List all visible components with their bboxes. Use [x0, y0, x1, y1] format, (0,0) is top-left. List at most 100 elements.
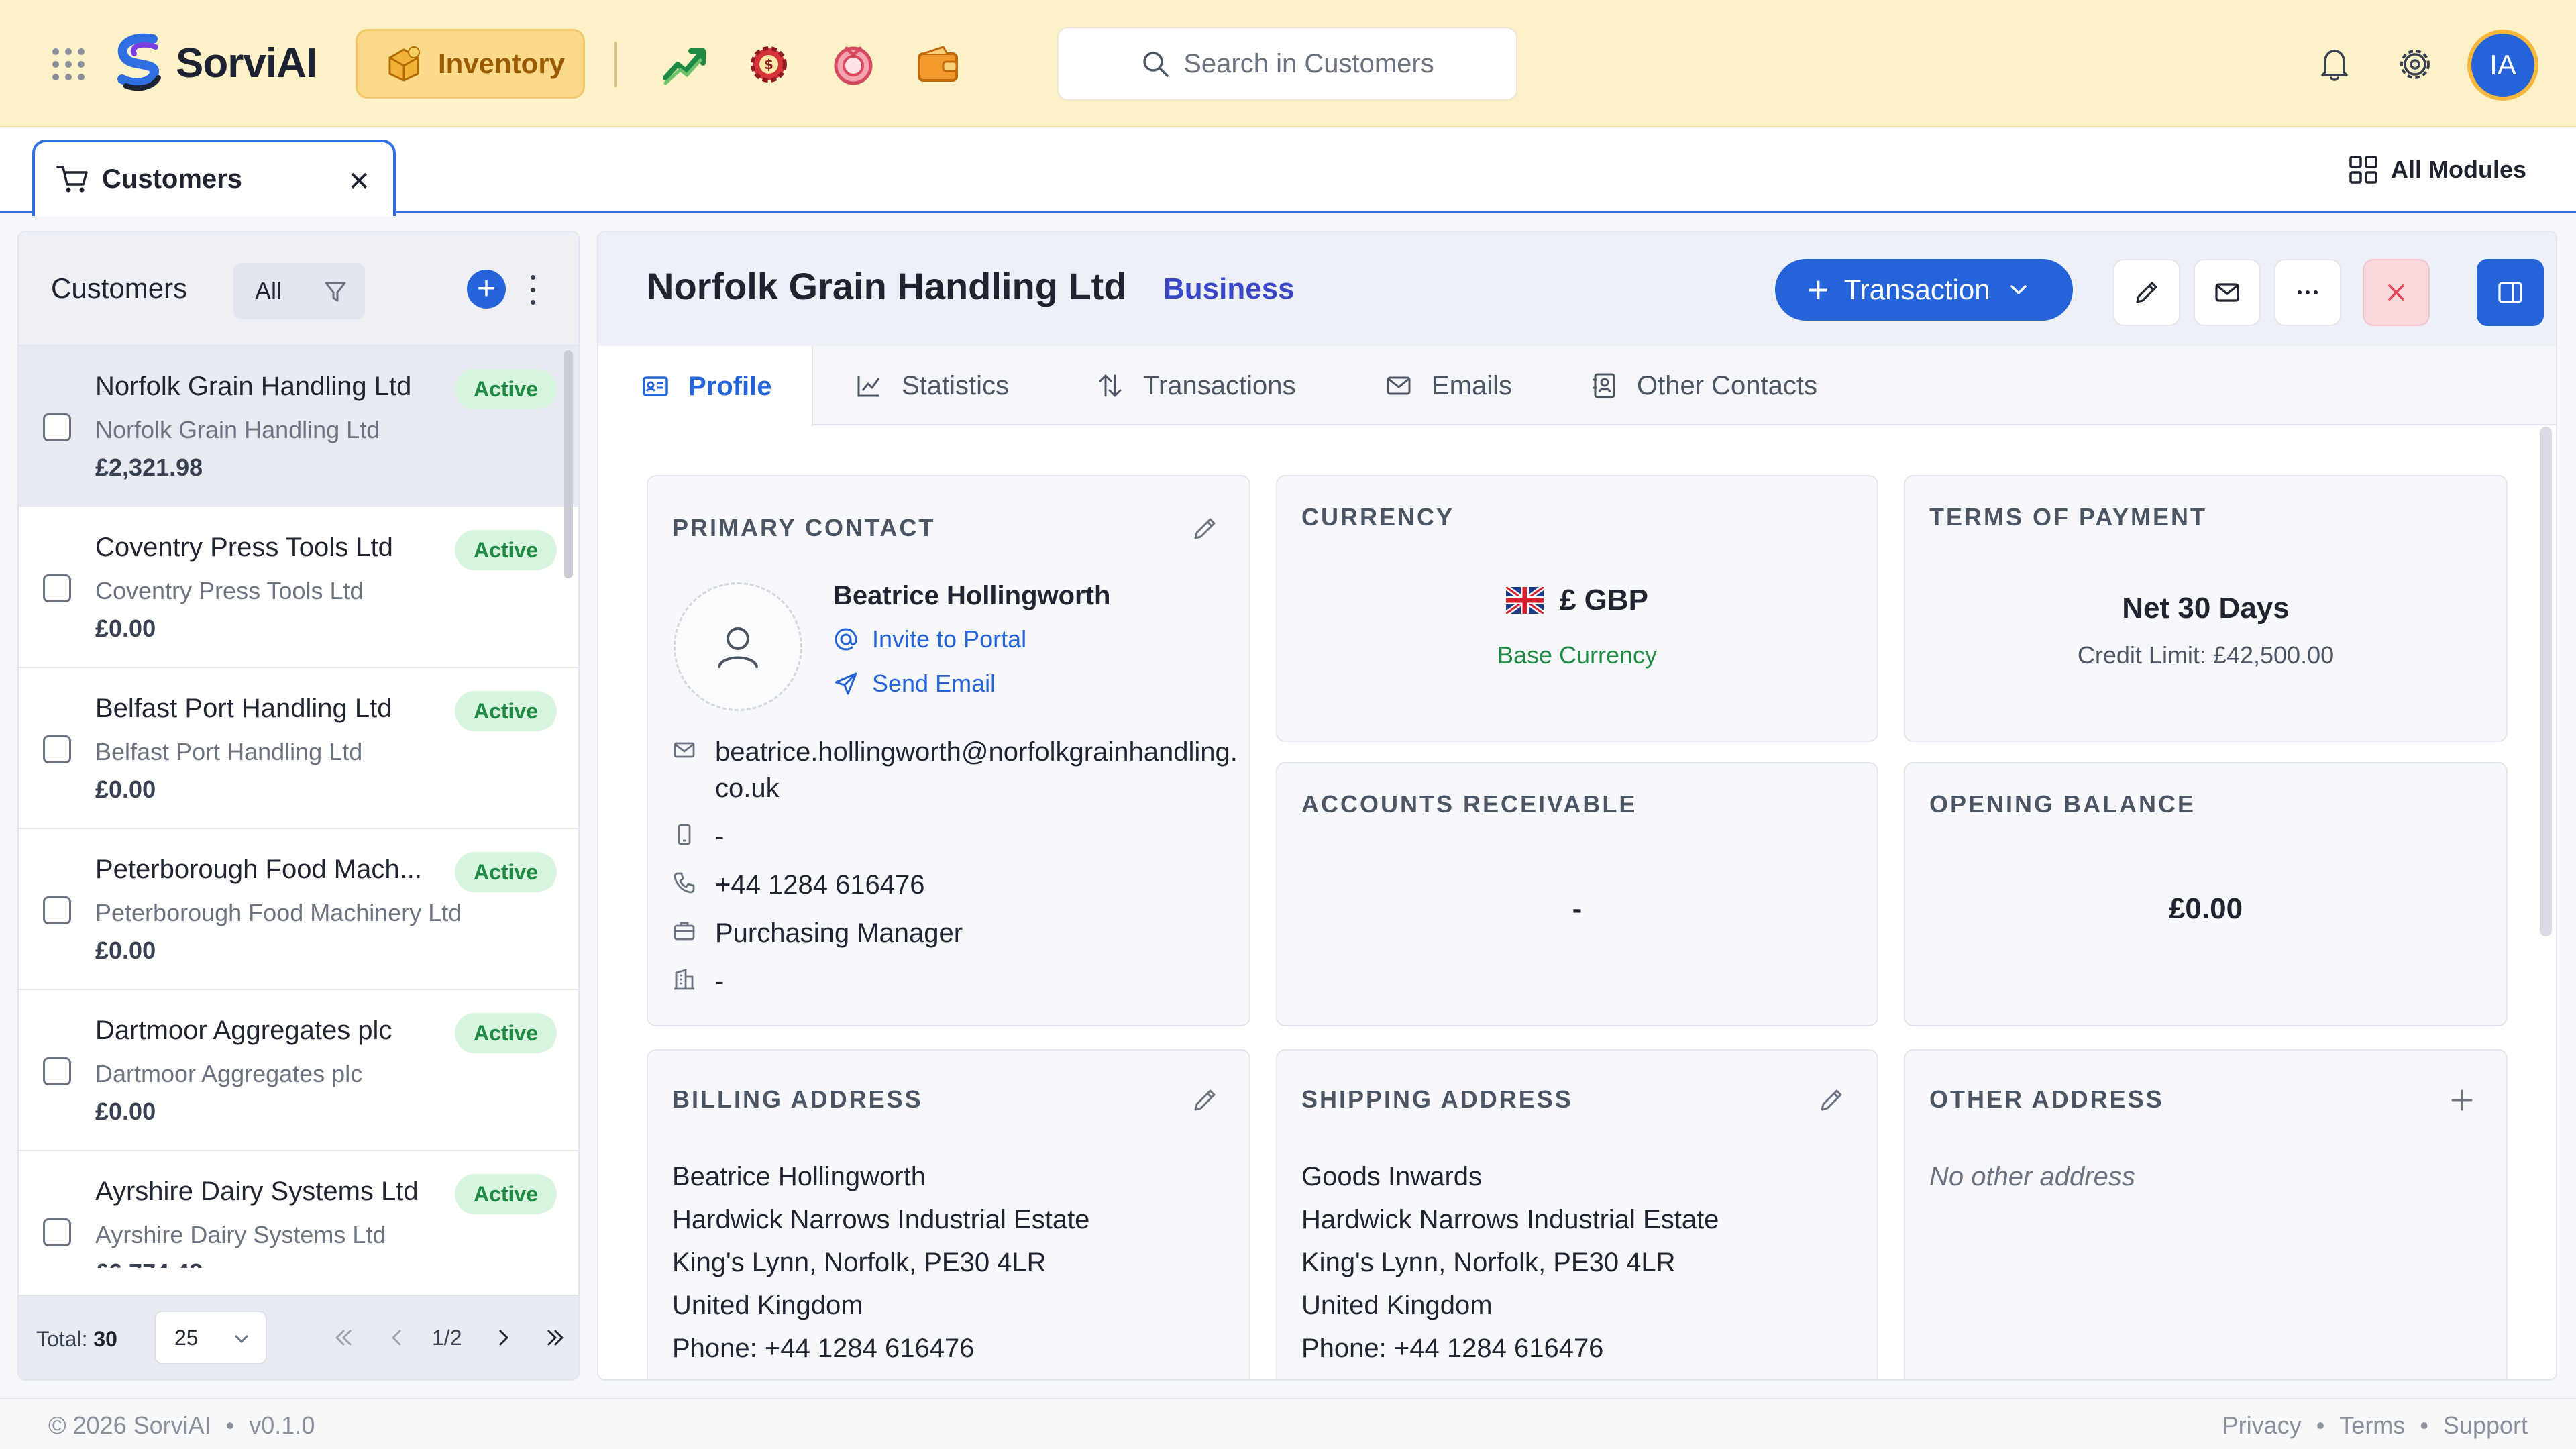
terms-link[interactable]: Terms [2339, 1411, 2405, 1439]
invite-portal-link[interactable]: Invite to Portal [833, 625, 1026, 653]
footer-left: © 2026 SorviAI • v0.1.0 [48, 1411, 315, 1439]
mail-icon [674, 742, 695, 758]
row-checkbox[interactable] [43, 1057, 71, 1085]
address-line: Goods Inwards [1301, 1162, 1483, 1191]
app-launcher-icon[interactable] [52, 48, 85, 80]
terms-value: Net 30 Days [2122, 592, 2290, 625]
edit-button[interactable] [2113, 259, 2180, 326]
copyright: © 2026 SorviAI [48, 1411, 211, 1439]
address-line: Phone: +44 1284 616476 [1301, 1334, 1604, 1363]
address-line: King's Lynn, Norfolk, PE30 4LR [672, 1248, 1046, 1277]
list-item[interactable]: Belfast Port Handling Ltd Belfast Port H… [19, 668, 578, 829]
app-logo[interactable]: SorviAI [111, 32, 317, 94]
contact-email[interactable]: beatrice.hollingworth@norfolkgrainhandli… [715, 734, 1238, 806]
row-checkbox[interactable] [43, 413, 71, 441]
transaction-button[interactable]: + Transaction [1775, 259, 2073, 321]
tab-label: Customers [102, 164, 242, 194]
search-input[interactable]: Search in Customers [1057, 27, 1517, 101]
last-page-button[interactable] [537, 1319, 574, 1356]
badge-icon[interactable] [829, 40, 877, 89]
detail-tabs: Profile Statistics Transactions Emails O… [598, 346, 2556, 427]
gear-icon[interactable] [2394, 43, 2436, 86]
detail-scrollbar[interactable] [2540, 427, 2552, 936]
list-item[interactable]: Peterborough Food Mach... Peterborough F… [19, 829, 578, 990]
phone-icon [674, 872, 695, 894]
trend-chart-icon[interactable] [660, 40, 708, 89]
tab-other-contacts[interactable]: Other Contacts [1590, 346, 1817, 425]
tab-label: Transactions [1143, 370, 1296, 400]
send-email-label: Send Email [872, 669, 996, 697]
close-icon [2388, 284, 2404, 301]
address-line: United Kingdom [672, 1291, 863, 1320]
pencil-icon[interactable] [1190, 514, 1220, 543]
toggle-panel-button[interactable] [2477, 259, 2544, 326]
tab-profile[interactable]: Profile [598, 346, 813, 427]
mobile-phone-icon [678, 824, 691, 845]
plus-icon[interactable] [2447, 1085, 2477, 1115]
pencil-icon[interactable] [1817, 1085, 1846, 1115]
privacy-link[interactable]: Privacy [2222, 1411, 2302, 1439]
tab-statistics[interactable]: Statistics [855, 346, 1009, 425]
customer-company: Dartmoor Aggregates plc [95, 1060, 363, 1087]
inventory-module-button[interactable]: Inventory [356, 29, 585, 99]
card-title: PRIMARY CONTACT [672, 514, 936, 541]
send-email-link[interactable]: Send Email [833, 669, 996, 698]
contact-name: Beatrice Hollingworth [833, 581, 1111, 610]
list-item[interactable]: Ayrshire Dairy Systems Ltd Ayrshire Dair… [19, 1151, 578, 1268]
customer-type: Business [1163, 272, 1295, 305]
receivable-card: ACCOUNTS RECEIVABLE - [1276, 762, 1878, 1026]
status-badge: Active [455, 530, 557, 570]
row-checkbox[interactable] [43, 574, 71, 602]
user-avatar[interactable]: IA [2467, 30, 2538, 101]
tab-customers[interactable]: Customers ✕ [32, 140, 396, 216]
receivable-value: - [1572, 892, 1582, 925]
first-page-button[interactable] [325, 1319, 362, 1356]
close-tab-icon[interactable]: ✕ [347, 166, 370, 197]
row-checkbox[interactable] [43, 896, 71, 924]
shipping-address-card: SHIPPING ADDRESS Goods Inwards Hardwick … [1276, 1049, 1878, 1379]
customer-balance: £0.00 [95, 614, 156, 642]
contact-mobile: - [715, 822, 724, 851]
filter-icon[interactable] [322, 278, 349, 305]
open-tabs-bar: Customers ✕ All Modules [0, 129, 2576, 216]
list-item[interactable]: Dartmoor Aggregates plc Dartmoor Aggrega… [19, 990, 578, 1151]
tab-label: Profile [688, 371, 772, 401]
more-actions-button[interactable] [2274, 259, 2341, 326]
cart-icon [56, 166, 88, 193]
page-size-select[interactable]: 25 [154, 1311, 267, 1364]
row-checkbox[interactable] [43, 735, 71, 763]
card-title: OTHER ADDRESS [1929, 1085, 2164, 1113]
sort-arrows-icon [1099, 374, 1122, 397]
search-icon [1143, 52, 1169, 77]
more-options-icon[interactable] [527, 270, 538, 310]
bell-icon[interactable] [2313, 43, 2356, 86]
wallet-icon[interactable] [914, 40, 962, 89]
list-item[interactable]: Coventry Press Tools Ltd Coventry Press … [19, 507, 578, 668]
row-checkbox[interactable] [43, 1218, 71, 1246]
filter-chip[interactable]: All [233, 263, 365, 319]
pencil-icon[interactable] [1190, 1085, 1220, 1115]
contact-job-row: Purchasing Manager [672, 915, 963, 951]
pencil-icon [2136, 282, 2157, 303]
tab-emails[interactable]: Emails [1385, 346, 1512, 425]
customer-company: Belfast Port Handling Ltd [95, 738, 363, 765]
all-modules-button[interactable]: All Modules [2348, 154, 2526, 185]
filter-all[interactable]: All [233, 277, 306, 305]
list-scrollbar[interactable] [564, 350, 573, 578]
email-button[interactable] [2194, 259, 2261, 326]
base-currency-label: Base Currency [1497, 641, 1658, 669]
currency-value-row: £ GBP [1277, 584, 1877, 617]
briefcase-icon [674, 922, 695, 941]
uk-flag-icon [1505, 587, 1544, 614]
add-customer-button[interactable]: + [467, 270, 506, 309]
prev-page-button[interactable] [378, 1319, 416, 1356]
support-link[interactable]: Support [2443, 1411, 2528, 1439]
list-item[interactable]: Norfolk Grain Handling Ltd Norfolk Grain… [19, 346, 578, 507]
tab-transactions[interactable]: Transactions [1096, 346, 1296, 425]
next-page-button[interactable] [484, 1319, 522, 1356]
svg-text:$: $ [764, 56, 773, 72]
customer-balance: £2,321.98 [95, 453, 203, 481]
close-detail-button[interactable] [2363, 259, 2430, 326]
gear-dollar-icon[interactable]: $ [745, 40, 793, 89]
contact-phone[interactable]: +44 1284 616476 [715, 867, 925, 903]
